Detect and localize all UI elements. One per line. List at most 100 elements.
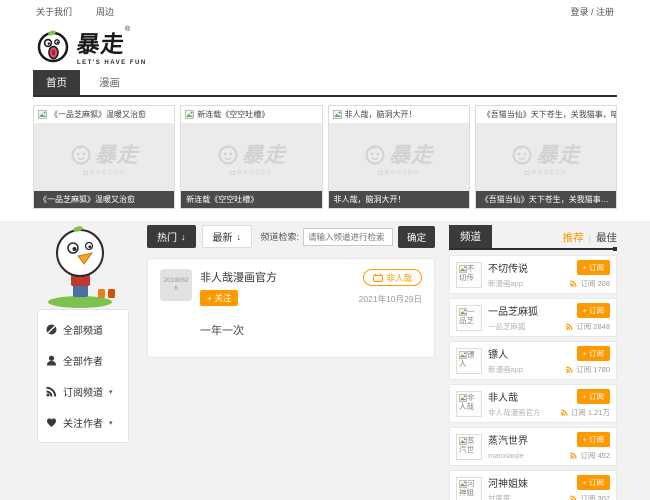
broken-image-icon bbox=[459, 437, 467, 445]
subscribe-button[interactable]: + 订阅 bbox=[577, 432, 610, 447]
featured-card-1[interactable]: 《一品芝麻狐》温暖又治愈 暴走 BAOZOU 《一品芝麻狐》温暖又治愈 bbox=[33, 105, 175, 209]
post-author-name[interactable]: 非人哉漫画官方 bbox=[200, 269, 359, 285]
rss-icon bbox=[570, 280, 577, 287]
sidebar-item-all-authors[interactable]: 全部作者 bbox=[46, 353, 120, 368]
watermark-face-icon bbox=[364, 143, 386, 165]
broken-image-icon bbox=[459, 480, 467, 488]
search-confirm-button[interactable]: 确定 bbox=[398, 226, 435, 248]
featured-card-title: 《一品芝麻狐》温暖又治愈 bbox=[50, 109, 146, 120]
sort-best-link[interactable]: 最佳 bbox=[596, 230, 617, 245]
baozou-face-icon bbox=[36, 28, 72, 64]
broken-image-icon bbox=[459, 308, 467, 316]
featured-card-4[interactable]: 《吾猫当仙》天下苍生，关我猫事，喵~ 暴走 BAOZOU 《吾猫当仙》天下苍生，… bbox=[475, 105, 617, 209]
channel-name[interactable]: 非人哉 bbox=[488, 389, 518, 404]
baozou-logo[interactable]: 暴走 ® LET'S HAVE FUN bbox=[36, 25, 614, 66]
sidebar-item-followed-authors[interactable]: 关注作者 ▾ bbox=[46, 415, 120, 430]
topbar-link-about[interactable]: 关于我们 bbox=[36, 5, 72, 18]
broken-image-icon bbox=[38, 110, 47, 119]
channel-avatar: 蒸汽世 bbox=[456, 434, 482, 460]
broken-image-icon bbox=[185, 110, 194, 119]
feed-filter-bar: 热门↓ 最新↓ 频道检索: 确定 bbox=[147, 225, 435, 248]
post-author-avatar[interactable]: 20190626 bbox=[160, 269, 192, 301]
post-date: 2021年10月29日 bbox=[359, 293, 422, 305]
heart-icon bbox=[46, 417, 57, 428]
channel-row-4[interactable]: 非人哉 非人哉+ 订阅 非人哉漫画官方订阅 1.21万 bbox=[449, 384, 617, 423]
featured-card-image: 暴走 BAOZOU bbox=[329, 123, 469, 191]
watermark-sub: BAOZOU bbox=[385, 170, 420, 176]
mascot-image bbox=[40, 223, 126, 309]
featured-card-image: 暴走 BAOZOU bbox=[476, 123, 616, 191]
login-register-link[interactable]: 登录 / 注册 bbox=[570, 5, 614, 18]
channel-name[interactable]: 蒸汽世界 bbox=[488, 432, 528, 447]
channel-list: 不切传 不切传说+ 订阅 新漫画app订阅 208 一品芝 一品芝麻狐+ 订阅 … bbox=[449, 255, 617, 500]
channel-avatar: 一品芝 bbox=[456, 305, 482, 331]
featured-card-2[interactable]: 新连载《空空吐槽》 暴走 BAOZOU 新连载《空空吐槽》 bbox=[180, 105, 322, 209]
post-channel-badge[interactable]: 非人哉 bbox=[363, 269, 422, 286]
brand-name: 暴走 bbox=[75, 25, 127, 59]
watermark-brand: 暴走 bbox=[95, 139, 139, 169]
subscribe-button[interactable]: + 订阅 bbox=[577, 475, 610, 490]
channel-subs-count: 订阅 2848 bbox=[576, 321, 610, 332]
feed-post: 20190626 非人哉漫画官方 + 关注 非人哉 2021年10月29日 一年… bbox=[147, 258, 435, 358]
watermark-brand: 暴走 bbox=[536, 139, 580, 169]
subscribe-button[interactable]: + 订阅 bbox=[577, 260, 610, 275]
watermark-brand: 暴走 bbox=[389, 139, 433, 169]
channel-row-3[interactable]: 镖人 镖人 + 订阅 新漫画app 订阅 1780 bbox=[449, 341, 617, 380]
channel-author: 新漫画app bbox=[488, 364, 523, 375]
channels-underline bbox=[449, 248, 617, 250]
channel-row-1[interactable]: 不切传 不切传说+ 订阅 新漫画app订阅 208 bbox=[449, 255, 617, 294]
broken-image-icon bbox=[459, 394, 467, 402]
broken-image-icon bbox=[459, 351, 467, 359]
channel-search-input[interactable] bbox=[303, 228, 393, 246]
channel-subs-count: 订阅 452 bbox=[580, 450, 610, 461]
featured-carousel: 《一品芝麻狐》温暖又治愈 暴走 BAOZOU 《一品芝麻狐》温暖又治愈 新连载《… bbox=[0, 97, 650, 221]
rss-icon bbox=[570, 452, 577, 459]
subscribe-button[interactable]: + 订阅 bbox=[577, 303, 610, 318]
sidebar-item-label: 关注作者 bbox=[63, 415, 103, 430]
person-icon bbox=[46, 355, 57, 366]
channel-name[interactable]: 一品芝麻狐 bbox=[488, 303, 538, 318]
chevron-down-icon: ▾ bbox=[109, 388, 113, 396]
sort-recommend-link[interactable]: 推荐 bbox=[563, 230, 584, 245]
arrow-down-icon: ↓ bbox=[181, 232, 186, 242]
channels-tab[interactable]: 频道 bbox=[449, 225, 492, 248]
sidebar-item-label: 订阅频道 bbox=[63, 384, 103, 399]
subscribe-button[interactable]: + 订阅 bbox=[577, 389, 610, 404]
channels-header: 频道 推荐 | 最佳 bbox=[449, 225, 617, 248]
channel-name[interactable]: 河神姐妹 bbox=[488, 475, 528, 490]
tv-icon bbox=[373, 273, 383, 282]
chevron-down-icon: ▾ bbox=[109, 419, 113, 427]
channel-avatar: 镖人 bbox=[456, 348, 482, 374]
channel-row-6[interactable]: 河神姐 河神姐妹+ 订阅 甘蔗蔗订阅 302 bbox=[449, 470, 617, 500]
channel-avatar: 不切传 bbox=[456, 262, 482, 288]
left-sidebar: 全部频道 全部作者 订阅频道 ▾ 关注作者 ▾ bbox=[33, 225, 133, 443]
post-content-text: 一年一次 bbox=[200, 322, 422, 338]
sidebar-item-all-channels[interactable]: 全部频道 bbox=[46, 322, 120, 337]
featured-card-3[interactable]: 非人哉，脑洞大开！ 暴走 BAOZOU 非人哉，脑洞大开！ bbox=[328, 105, 470, 209]
watermark-face-icon bbox=[70, 143, 92, 165]
watermark-face-icon bbox=[217, 143, 239, 165]
watermark-sub: BAOZOU bbox=[90, 170, 125, 176]
featured-card-title: 新连载《空空吐槽》 bbox=[197, 109, 269, 120]
main-nav: 首页 漫画 bbox=[33, 70, 617, 97]
sort-hot-button[interactable]: 热门↓ bbox=[147, 225, 196, 248]
watermark-sub: BAOZOU bbox=[237, 170, 272, 176]
arrow-down-icon: ↓ bbox=[237, 232, 242, 242]
nav-tab-comics[interactable]: 漫画 bbox=[86, 70, 133, 95]
channel-name[interactable]: 不切传说 bbox=[488, 260, 528, 275]
follow-button[interactable]: + 关注 bbox=[200, 290, 238, 306]
site-header: 暴走 ® LET'S HAVE FUN bbox=[0, 20, 650, 66]
watermark-brand: 暴走 bbox=[242, 139, 286, 169]
nav-tab-home[interactable]: 首页 bbox=[33, 70, 80, 95]
sidebar-item-subscribed-channels[interactable]: 订阅频道 ▾ bbox=[46, 384, 120, 399]
sort-latest-button[interactable]: 最新↓ bbox=[202, 225, 253, 248]
rss-icon bbox=[570, 495, 577, 500]
topbar-link-merch[interactable]: 周边 bbox=[96, 5, 114, 18]
channel-subs-count: 订阅 1780 bbox=[576, 364, 610, 375]
subscribe-button[interactable]: + 订阅 bbox=[577, 346, 610, 361]
channel-row-5[interactable]: 蒸汽世 蒸汽世界+ 订阅 maoxiaojie订阅 452 bbox=[449, 427, 617, 466]
rss-icon bbox=[566, 323, 573, 330]
watermark-face-icon bbox=[511, 143, 533, 165]
channel-name[interactable]: 镖人 bbox=[488, 346, 508, 361]
channel-row-2[interactable]: 一品芝 一品芝麻狐+ 订阅 一品芝麻狐订阅 2848 bbox=[449, 298, 617, 337]
